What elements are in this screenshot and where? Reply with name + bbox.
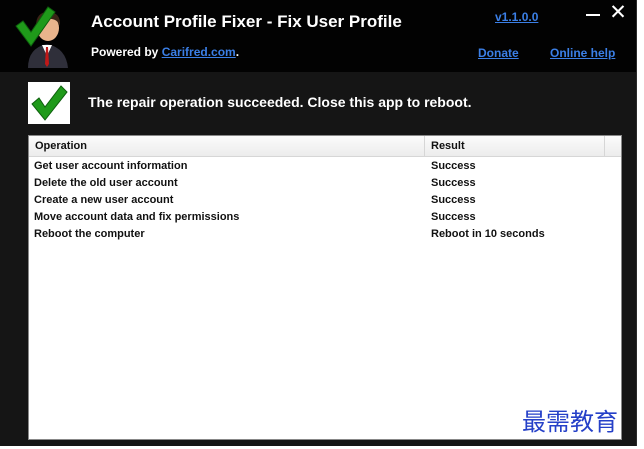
row-result: Success (431, 177, 476, 189)
carifred-link[interactable]: Carifred.com (162, 45, 236, 59)
online-help-link[interactable]: Online help (550, 46, 615, 60)
table-row[interactable]: Move account data and fix permissions Su… (29, 209, 621, 226)
header-bar: Account Profile Fixer - Fix User Profile… (0, 0, 636, 72)
version-link[interactable]: v1.1.0.0 (495, 10, 538, 24)
table-row[interactable]: Create a new user account Success (29, 192, 621, 209)
donate-link[interactable]: Donate (478, 46, 519, 60)
row-operation: Create a new user account (34, 194, 174, 206)
row-operation: Move account data and fix permissions (34, 211, 240, 223)
column-header-result[interactable]: Result (425, 136, 605, 156)
minimize-button[interactable] (582, 4, 604, 22)
minimize-icon (586, 14, 600, 16)
table-header: Operation Result (29, 136, 621, 157)
app-window: Account Profile Fixer - Fix User Profile… (0, 0, 637, 446)
powered-by-prefix: Powered by (91, 45, 162, 59)
powered-by-text: Powered by Carifred.com. (91, 45, 239, 59)
app-title: Account Profile Fixer - Fix User Profile (91, 12, 402, 31)
row-result: Success (431, 194, 476, 206)
user-with-checkmark-icon (15, 6, 68, 68)
table-row[interactable]: Delete the old user account Success (29, 175, 621, 192)
checkmark-icon (28, 82, 70, 124)
table-row[interactable]: Get user account information Success (29, 158, 621, 175)
watermark-text: 最需教育 (522, 408, 618, 436)
table-body: Get user account information Success Del… (29, 158, 621, 243)
operations-table: Operation Result Get user account inform… (28, 135, 622, 440)
status-message: The repair operation succeeded. Close th… (88, 94, 472, 110)
close-icon: ✕ (609, 1, 627, 24)
row-operation: Reboot the computer (34, 228, 145, 240)
row-result: Reboot in 10 seconds (431, 228, 545, 240)
close-button[interactable]: ✕ (606, 2, 630, 24)
powered-by-suffix: . (235, 45, 240, 59)
status-row: The repair operation succeeded. Close th… (28, 82, 628, 124)
column-header-operation[interactable]: Operation (29, 136, 425, 156)
table-row[interactable]: Reboot the computer Reboot in 10 seconds (29, 226, 621, 243)
row-operation: Get user account information (34, 160, 188, 172)
row-result: Success (431, 160, 476, 172)
row-operation: Delete the old user account (34, 177, 178, 189)
row-result: Success (431, 211, 476, 223)
